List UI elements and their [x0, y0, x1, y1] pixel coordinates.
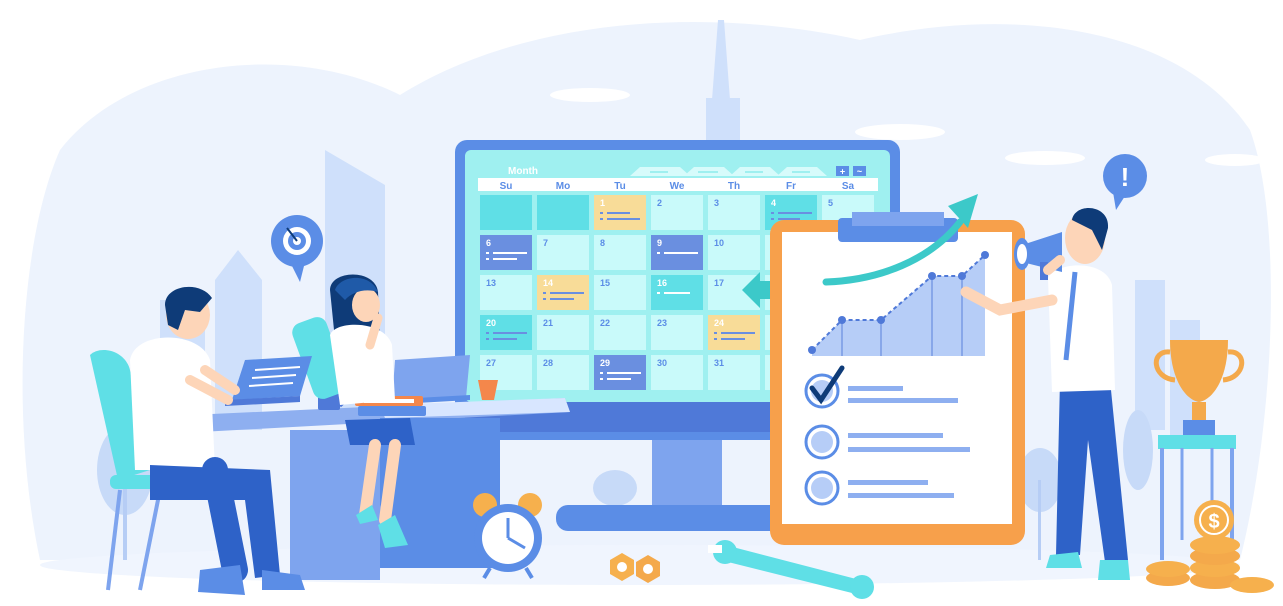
calendar-cell-empty[interactable]: [537, 195, 589, 230]
day-number: 21: [543, 318, 553, 328]
day-number: 13: [486, 278, 496, 288]
day-number: 20: [486, 318, 496, 328]
calendar-title: Month: [508, 166, 538, 177]
day-number: 28: [543, 358, 553, 368]
day-number: 1: [600, 198, 605, 208]
day-number: 14: [543, 278, 553, 288]
day-number: 17: [714, 278, 724, 288]
day-number: 2: [657, 198, 662, 208]
dollar-coin-icon: $: [1194, 500, 1234, 540]
scene-svg: Month + ~ Su Mo Tu We Th Fr Sa 1 2 3 4 5…: [22, 20, 1274, 599]
day-number: 9: [657, 238, 662, 248]
weekday-we: We: [670, 181, 685, 192]
day-number: 3: [714, 198, 719, 208]
day-number: 15: [600, 278, 610, 288]
day-number: 27: [486, 358, 496, 368]
day-number: 7: [543, 238, 548, 248]
calendar-cell-empty[interactable]: [480, 195, 532, 230]
dollar-symbol: $: [1208, 511, 1219, 533]
day-number: 23: [657, 318, 667, 328]
day-number: 31: [714, 358, 724, 368]
day-number: 10: [714, 238, 724, 248]
day-number: 30: [657, 358, 667, 368]
weekday-su: Su: [500, 181, 513, 192]
calendar-nav-add-symbol: +: [840, 167, 845, 177]
weekday-mo: Mo: [556, 181, 570, 192]
clipboard: [770, 212, 1025, 545]
day-number: 29: [600, 358, 610, 368]
day-number: 5: [828, 198, 833, 208]
day-number: 16: [657, 278, 667, 288]
weekday-sa: Sa: [842, 181, 855, 192]
day-number: 8: [600, 238, 605, 248]
exclamation-icon: !: [1121, 162, 1130, 192]
weekday-tu: Tu: [614, 181, 625, 192]
day-number: 22: [600, 318, 610, 328]
day-number: 4: [771, 198, 776, 208]
weekday-th: Th: [728, 181, 740, 192]
calendar-nav-toggle-symbol: ~: [857, 167, 862, 177]
day-number: 24: [714, 318, 724, 328]
target-icon: [283, 227, 311, 255]
weekday-fr: Fr: [786, 181, 796, 192]
illustration-scene: Month + ~ Su Mo Tu We Th Fr Sa 1 2 3 4 5…: [0, 0, 1283, 606]
day-number: 6: [486, 238, 491, 248]
